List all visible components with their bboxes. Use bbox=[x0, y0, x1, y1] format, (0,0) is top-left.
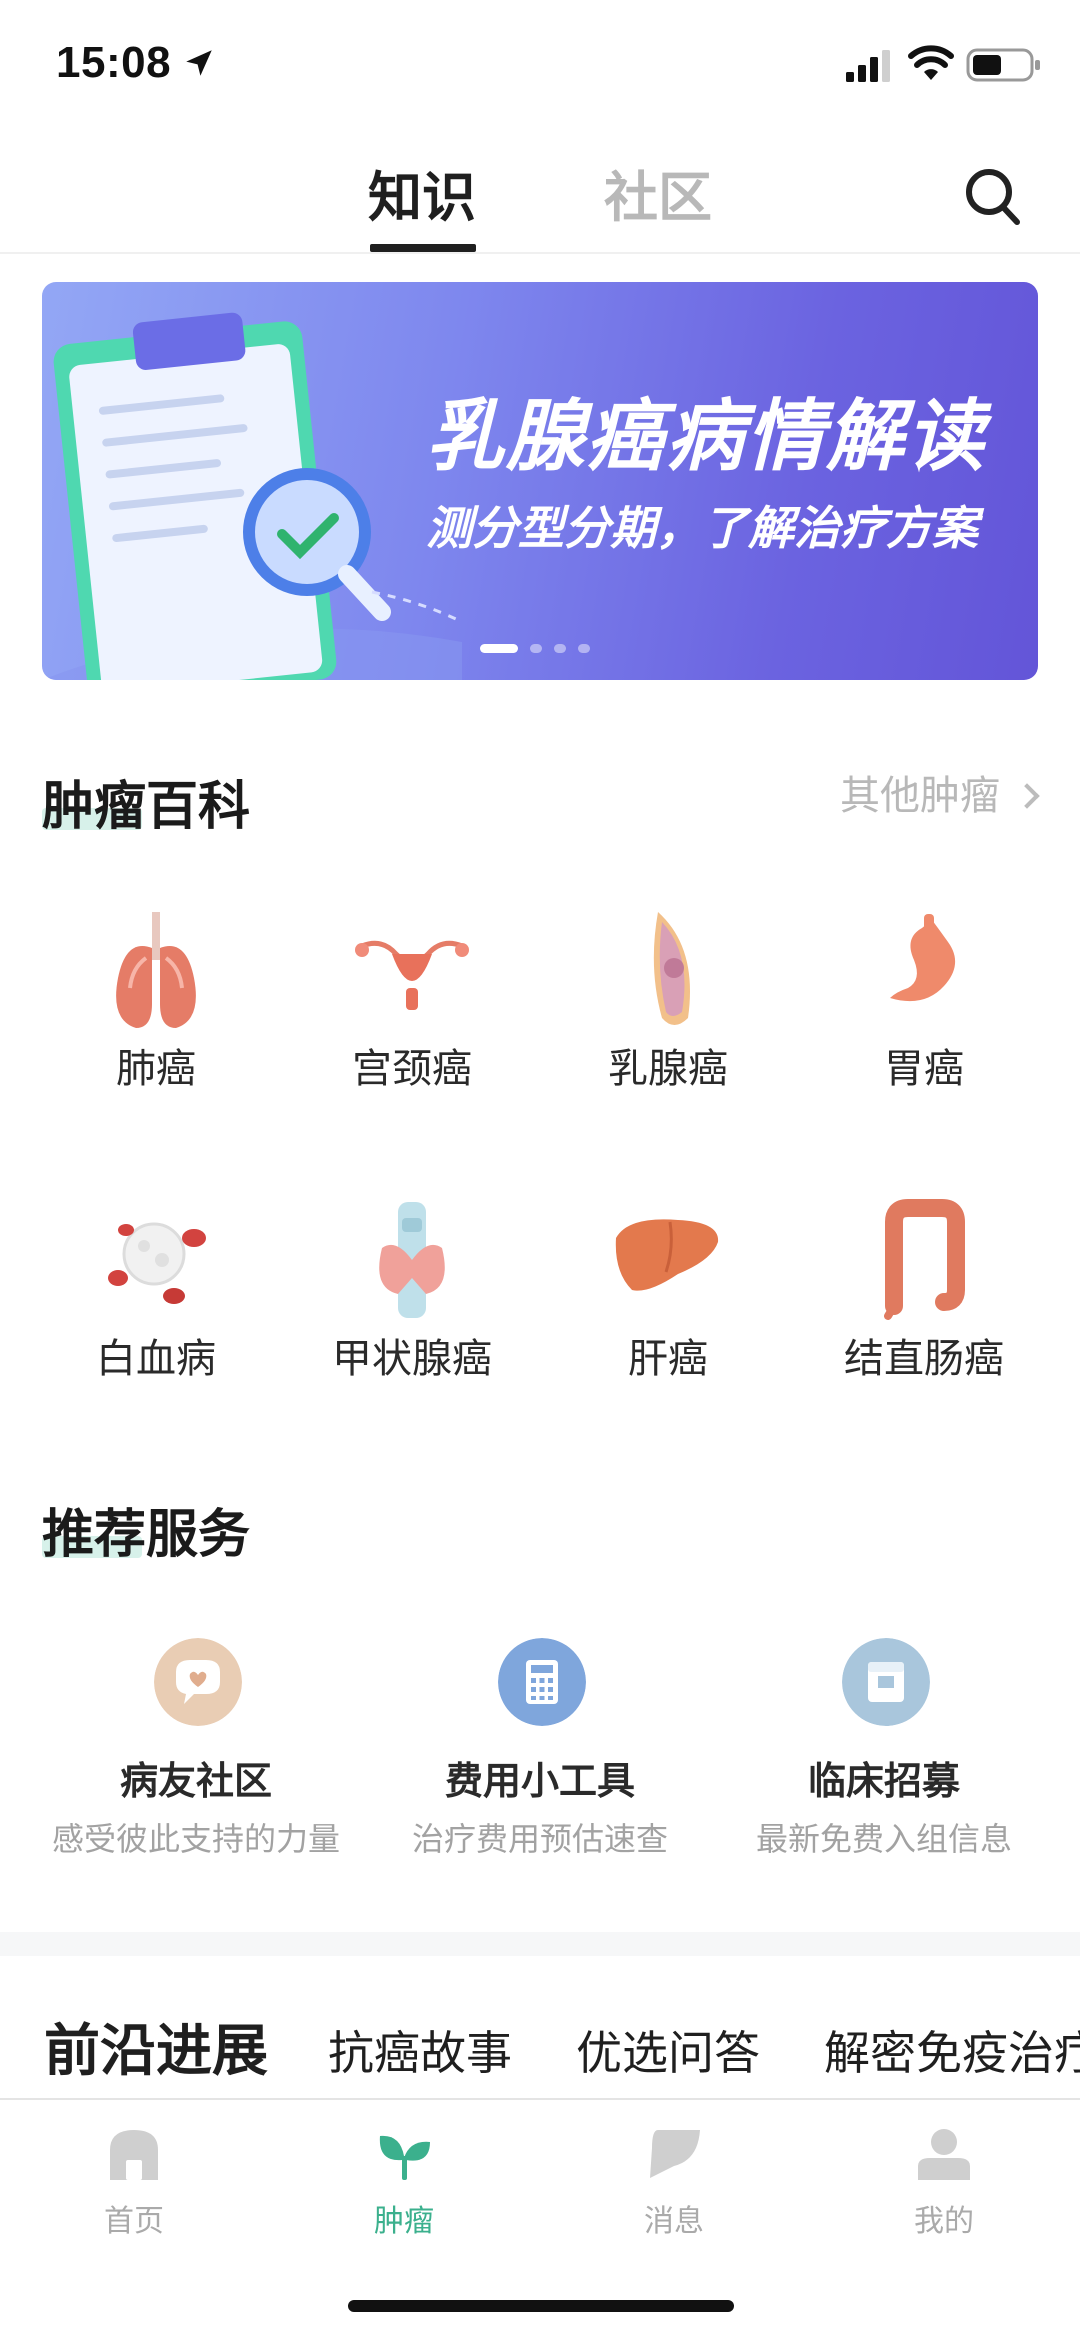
message-icon bbox=[650, 2130, 700, 2178]
uterus-icon bbox=[355, 940, 469, 1010]
tumor-item-lung[interactable]: 肺癌 bbox=[28, 908, 284, 1108]
nav-label: 肿瘤 bbox=[374, 2205, 434, 2238]
calculator-icon bbox=[498, 1638, 586, 1726]
banner-subtitle: 测分型分期，了解治疗方案 bbox=[426, 502, 978, 554]
colon-icon bbox=[884, 1199, 965, 1320]
status-bar: 15:08 bbox=[0, 0, 1080, 120]
nav-label: 我的 bbox=[914, 2205, 974, 2238]
clipboard-icon bbox=[842, 1638, 930, 1726]
status-time: 15:08 bbox=[56, 38, 172, 87]
breast-icon bbox=[653, 912, 690, 1025]
top-tab-bar: 知识 社区 bbox=[0, 140, 1080, 254]
other-tumors-label: 其他肿瘤 bbox=[840, 774, 1000, 818]
search-icon[interactable] bbox=[962, 162, 1024, 230]
tumor-label: 乳腺癌 bbox=[608, 1047, 728, 1091]
service-desc: 最新免费入组信息 bbox=[755, 1821, 1012, 1857]
sprout-icon bbox=[379, 2135, 430, 2180]
tab-underline bbox=[370, 244, 476, 252]
section-divider bbox=[0, 1932, 1080, 1956]
nav-tumor[interactable]: 肿瘤 bbox=[314, 2126, 494, 2238]
feed-tab-immunotherapy[interactable]: 解密免疫治疗 bbox=[824, 2018, 1080, 2088]
banner-dot bbox=[530, 644, 542, 653]
banner-dot-active bbox=[480, 644, 518, 653]
tumor-label: 肝癌 bbox=[628, 1337, 708, 1381]
home-icon bbox=[110, 2130, 158, 2180]
service-patient-community[interactable]: 病友社区 感受彼此支持的力量 bbox=[26, 1638, 366, 1878]
tumor-item-cervical[interactable]: 宫颈癌 bbox=[284, 908, 540, 1108]
liver-icon bbox=[615, 1219, 719, 1291]
feed-tab-frontier[interactable]: 前沿进展 bbox=[44, 2018, 268, 2086]
wifi-icon bbox=[908, 45, 954, 80]
section-title-services: 推荐服务 bbox=[42, 1506, 251, 1564]
nav-label: 首页 bbox=[104, 2205, 164, 2238]
chat-heart-icon bbox=[154, 1638, 242, 1726]
service-title: 费用小工具 bbox=[444, 1761, 635, 1803]
blood-cell-icon bbox=[108, 1222, 206, 1304]
battery-icon bbox=[966, 48, 1040, 82]
feed-tab-qa[interactable]: 优选问答 bbox=[576, 2018, 760, 2088]
location-arrow-icon bbox=[186, 50, 212, 76]
feed-tab-stories[interactable]: 抗癌故事 bbox=[328, 2018, 512, 2088]
profile-icon bbox=[918, 2129, 970, 2180]
feed-tab-bar: 前沿进展 抗癌故事 优选问答 解密免疫治疗 bbox=[0, 2018, 1080, 2098]
thyroid-icon bbox=[379, 1202, 445, 1318]
other-tumors-link[interactable]: 其他肿瘤 bbox=[840, 768, 1040, 824]
tumor-label: 结直肠癌 bbox=[844, 1337, 1004, 1381]
banner-dot bbox=[578, 644, 590, 653]
home-indicator bbox=[348, 2300, 734, 2312]
tumor-item-leukemia[interactable]: 白血病 bbox=[28, 1198, 284, 1398]
tumor-item-thyroid[interactable]: 甲状腺癌 bbox=[284, 1198, 540, 1398]
banner-title: 乳腺癌病情解读 bbox=[426, 392, 987, 480]
section-title-encyclopedia: 肿瘤百科 bbox=[42, 778, 251, 836]
tumor-label: 甲状腺癌 bbox=[332, 1337, 492, 1381]
tab-knowledge[interactable]: 知识 bbox=[368, 158, 476, 238]
banner-pagination bbox=[480, 644, 620, 654]
tab-community[interactable]: 社区 bbox=[604, 158, 712, 238]
stomach-icon bbox=[890, 914, 956, 1002]
clipboard-magnifier-illustration bbox=[42, 312, 462, 680]
chevron-right-icon bbox=[1014, 783, 1040, 809]
service-desc: 治疗费用预估速查 bbox=[411, 1821, 668, 1857]
cellular-signal-icon bbox=[846, 50, 890, 82]
tumor-item-stomach[interactable]: 胃癌 bbox=[796, 908, 1052, 1108]
nav-label: 消息 bbox=[644, 2205, 704, 2238]
service-title: 病友社区 bbox=[119, 1761, 272, 1803]
tumor-label: 肺癌 bbox=[116, 1047, 196, 1091]
promo-banner[interactable]: 乳腺癌病情解读 测分型分期，了解治疗方案 bbox=[42, 282, 1038, 680]
nav-profile[interactable]: 我的 bbox=[854, 2126, 1034, 2238]
service-clinical-recruit[interactable]: 临床招募 最新免费入组信息 bbox=[714, 1638, 1054, 1878]
lungs-icon bbox=[116, 912, 196, 1028]
tumor-item-colorectal[interactable]: 结直肠癌 bbox=[796, 1198, 1052, 1398]
tumor-item-liver[interactable]: 肝癌 bbox=[540, 1198, 796, 1398]
banner-dot bbox=[554, 644, 566, 653]
tumor-item-breast[interactable]: 乳腺癌 bbox=[540, 908, 796, 1108]
service-desc: 感受彼此支持的力量 bbox=[51, 1821, 340, 1857]
service-title: 临床招募 bbox=[807, 1761, 960, 1803]
tumor-label: 胃癌 bbox=[884, 1047, 964, 1091]
tumor-label: 宫颈癌 bbox=[352, 1047, 472, 1091]
service-cost-tool[interactable]: 费用小工具 治疗费用预估速查 bbox=[370, 1638, 710, 1878]
tumor-label: 白血病 bbox=[96, 1337, 216, 1381]
nav-home[interactable]: 首页 bbox=[44, 2126, 224, 2238]
nav-messages[interactable]: 消息 bbox=[584, 2126, 764, 2238]
